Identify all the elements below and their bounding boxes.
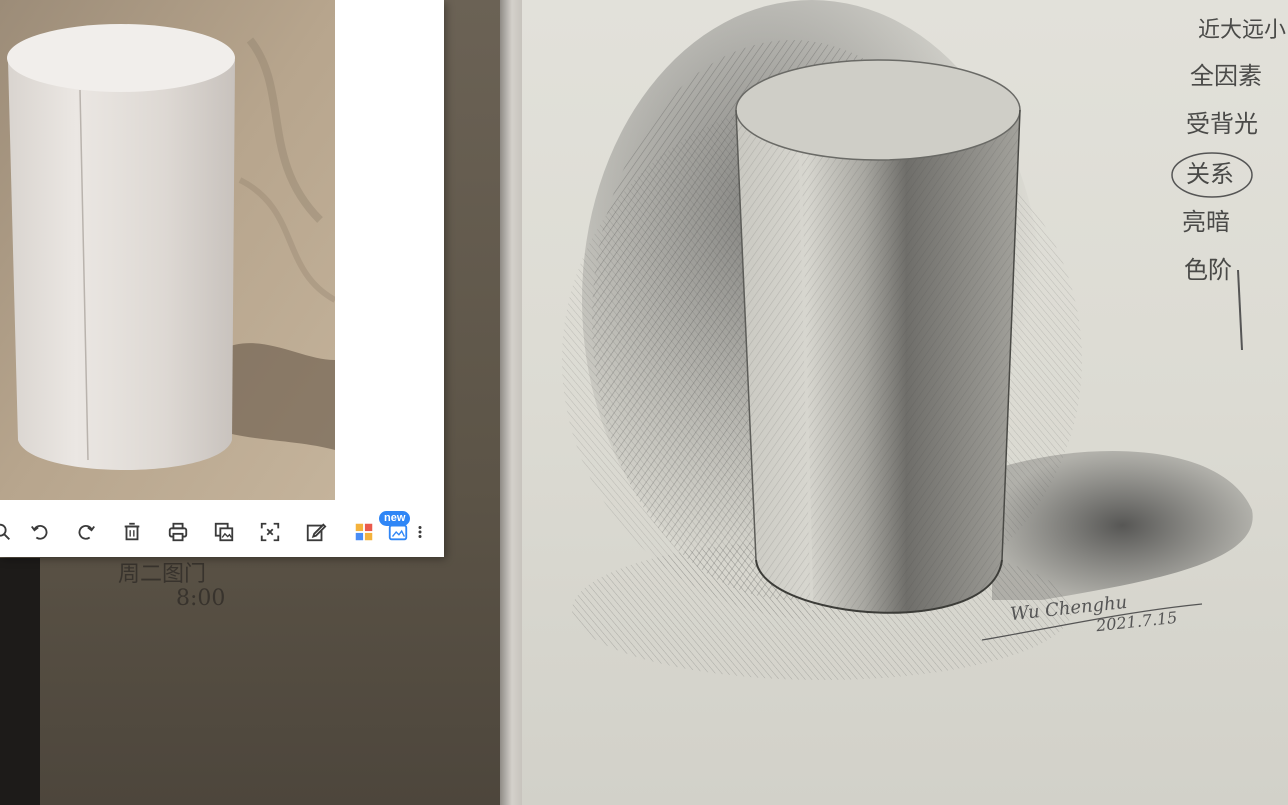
crop-icon[interactable] <box>256 518 284 546</box>
reference-photo <box>0 0 335 500</box>
board-writing-line1: 周二图门 <box>118 562 207 587</box>
rotate-right-icon[interactable] <box>72 518 100 546</box>
note-perspective: 近大远小 <box>1198 18 1287 43</box>
zoom-out-icon[interactable] <box>0 518 16 546</box>
more-menu-icon[interactable] <box>412 518 428 546</box>
viewer-toolbar <box>0 510 444 554</box>
new-badge: new <box>379 511 411 526</box>
print-icon[interactable] <box>164 518 192 546</box>
cylinder-sketch <box>562 0 1253 680</box>
copy-image-icon[interactable] <box>210 518 238 546</box>
delete-icon[interactable] <box>118 518 146 546</box>
dark-edge <box>0 558 40 805</box>
cylinder-photo <box>0 0 335 500</box>
note-contrast: 亮暗 <box>1182 208 1230 236</box>
note-all-factors: 全因素 <box>1190 62 1262 90</box>
rotate-left-icon[interactable] <box>26 518 54 546</box>
edit-icon[interactable] <box>302 518 330 546</box>
board-writing-line2: 8:00 <box>176 586 226 611</box>
image-viewer-window: new <box>0 0 444 557</box>
note-light-shadow: 受背光 <box>1186 110 1258 138</box>
apps-icon[interactable] <box>350 518 378 546</box>
note-relationship: 关系 <box>1186 160 1234 188</box>
note-tone-scale: 色阶 <box>1184 256 1232 284</box>
